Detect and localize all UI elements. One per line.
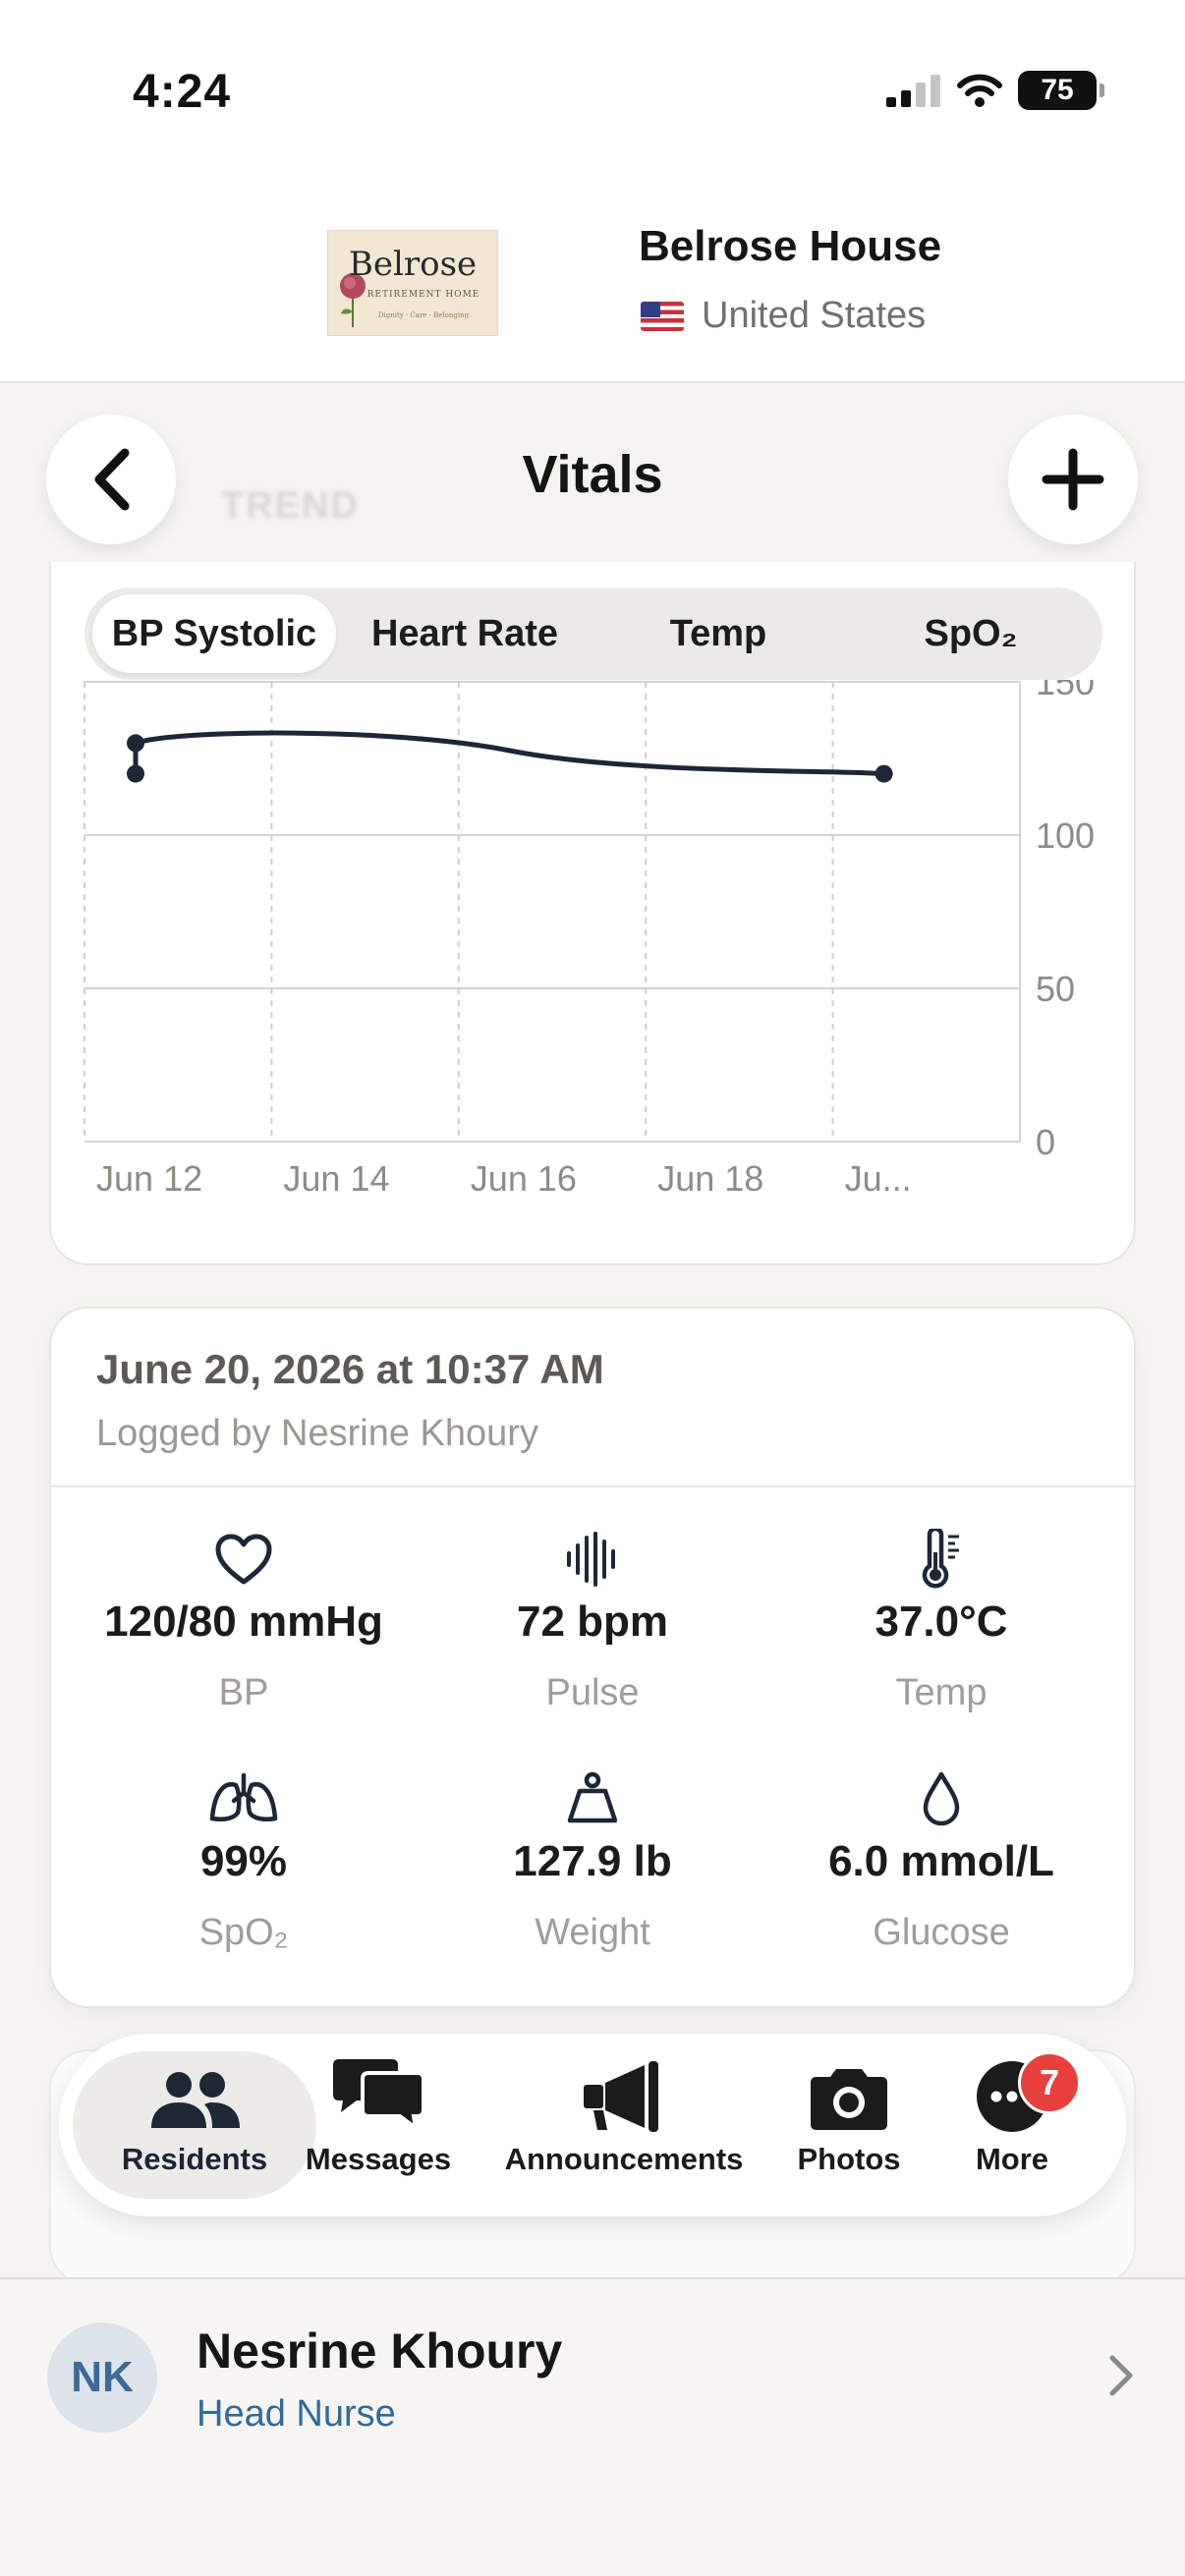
status-bar: 4:24 75 [0, 0, 1185, 187]
tab-bar: Residents Messages Announcements Photos … [59, 2034, 1126, 2216]
vital-label: Weight [535, 1912, 650, 1953]
plus-icon [1042, 448, 1104, 511]
x-tick-label: Ju... [845, 1158, 912, 1199]
logo-wordmark: Belrose [348, 245, 478, 284]
vital-weight: 127.9 lb Weight [419, 1766, 766, 1954]
tab-bp-systolic[interactable]: BP Systolic [92, 594, 336, 673]
entry-date: June 20, 2026 at 10:37 AM [96, 1346, 604, 1392]
pulse-wave-icon [419, 1527, 766, 1592]
vital-label: BP [218, 1672, 269, 1713]
tab-label: Messages [305, 2142, 452, 2176]
status-time: 4:24 [133, 66, 232, 118]
facility-logo: Belrose RETIREMENT HOME Dignity · Care ·… [327, 230, 498, 336]
user-role: Head Nurse [197, 2393, 396, 2435]
data-point[interactable] [127, 764, 144, 783]
chat-bubbles-icon [333, 2059, 425, 2133]
vital-value: 72 bpm [516, 1597, 669, 1646]
tab-announcements[interactable]: Announcements [491, 2051, 757, 2199]
vital-label: Pulse [545, 1672, 640, 1713]
x-tick-label: Jun 16 [471, 1158, 577, 1199]
wifi-icon [957, 74, 1002, 107]
series-line [133, 730, 887, 777]
x-tick-label: Jun 18 [657, 1158, 763, 1199]
chevron-right-icon [1109, 2355, 1133, 2396]
data-point[interactable] [875, 764, 893, 783]
people-icon [151, 2072, 240, 2128]
vital-label: Glucose [873, 1912, 1010, 1953]
camera-icon [811, 2069, 887, 2130]
vital-value: 99% [199, 1837, 288, 1885]
user-name: Nesrine Khoury [197, 2324, 563, 2379]
vital-label: Temp [895, 1672, 988, 1713]
x-tick-label: Jun 14 [283, 1158, 389, 1199]
vital-value: 120/80 mmHg [104, 1597, 383, 1646]
bp-systolic-line-chart: 150 100 50 0 Jun 12 Jun 14 Jun 16 Jun 18 Ju... [84, 680, 1095, 1199]
divider [51, 1485, 1134, 1487]
y-tick-label: 0 [1036, 1122, 1055, 1162]
vital-value: 127.9 lb [513, 1837, 672, 1885]
vital-bp: 120/80 mmHg BP [70, 1527, 418, 1714]
status-icons: 75 [886, 71, 1104, 110]
x-tick-label: Jun 12 [96, 1158, 202, 1199]
heart-icon [70, 1527, 418, 1592]
facility-name: Belrose House [639, 222, 942, 270]
vitals-entry-card[interactable]: June 20, 2026 at 10:37 AM Logged by Nesr… [49, 1307, 1136, 2008]
lungs-icon [70, 1766, 418, 1831]
vital-glucose: 6.0 mmol/L Glucose [767, 1766, 1115, 1954]
tab-photos[interactable]: Photos [776, 2051, 922, 2199]
megaphone-icon [584, 2061, 658, 2132]
add-vitals-button[interactable] [1008, 415, 1138, 544]
y-tick-label: 100 [1036, 815, 1095, 856]
facility-header: Belrose RETIREMENT HOME Dignity · Care ·… [0, 187, 1185, 383]
current-user-row[interactable]: NK Nesrine Khoury Head Nurse [0, 2277, 1185, 2576]
thermometer-icon [767, 1527, 1115, 1592]
tab-label: More [975, 2142, 1049, 2176]
tab-label: Announcements [504, 2142, 744, 2176]
vital-spo2: 99% SpO₂ [70, 1766, 418, 1954]
country-label: United States [702, 295, 927, 336]
tab-label: Residents [121, 2142, 268, 2176]
vital-value: 6.0 mmol/L [828, 1837, 1054, 1885]
data-point[interactable] [127, 734, 144, 753]
tab-spo2[interactable]: SpO₂ [847, 594, 1095, 673]
tab-messages[interactable]: Messages [305, 2051, 452, 2199]
logo-tagline: Dignity · Care · Belonging [377, 311, 470, 319]
trend-chart-card: BP Systolic Heart Rate Temp SpO₂ 150 100 5… [49, 562, 1136, 1265]
tab-heart-rate[interactable]: Heart Rate [342, 594, 588, 673]
entry-logged-by: Logged by Nesrine Khoury [96, 1413, 538, 1454]
vital-temp: 37.0°C Temp [767, 1527, 1115, 1714]
logo-subtitle: RETIREMENT HOME [367, 290, 480, 300]
vital-pulse: 72 bpm Pulse [419, 1527, 766, 1714]
tab-temp[interactable]: Temp [595, 594, 841, 673]
page-title: Vitals [522, 445, 663, 504]
metric-segmented-control: BP Systolic Heart Rate Temp SpO₂ [85, 588, 1102, 680]
vital-value: 37.0°C [875, 1597, 1008, 1646]
y-tick-label: 50 [1036, 969, 1075, 1009]
notification-badge: 7 [1018, 2051, 1081, 2114]
tab-label: Photos [797, 2142, 901, 2176]
facility-country: United States [641, 295, 926, 337]
tab-more[interactable]: More 7 [943, 2051, 1081, 2199]
us-flag-icon [641, 301, 684, 331]
avatar: NK [47, 2323, 157, 2433]
battery-icon: 75 [1018, 71, 1104, 110]
y-tick-label: 150 [1036, 680, 1095, 702]
drop-icon [767, 1766, 1115, 1831]
tab-residents[interactable]: Residents [73, 2051, 316, 2199]
cellular-signal-icon [886, 75, 940, 107]
vital-label: SpO₂ [198, 1912, 289, 1953]
weight-icon [419, 1766, 766, 1831]
